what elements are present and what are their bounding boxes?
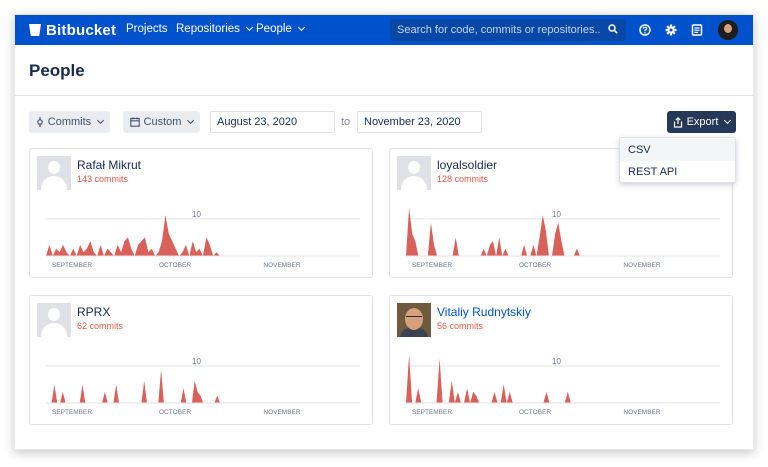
date-range-to-label: to (341, 116, 351, 128)
search-icon[interactable] (608, 24, 618, 34)
month-tick-label: OCTOBER (159, 262, 191, 269)
commit-activity-area (46, 369, 220, 403)
month-tick-label: OCTOBER (519, 262, 551, 269)
user-photo-avatar (397, 303, 431, 337)
export-rest-api-option[interactable]: REST API (620, 161, 735, 183)
contributor-name[interactable]: Vitaliy Rudnytskiy (437, 305, 531, 319)
commit-activity-chart: 10 SEPTEMBER OCTOBER NOVEMBER (406, 207, 720, 269)
default-avatar-icon (37, 156, 71, 190)
contributor-name[interactable]: loyalsoldier (437, 158, 497, 172)
nav-people[interactable]: People (256, 23, 305, 35)
month-tick-label: SEPTEMBER (52, 409, 92, 416)
chevron-down-icon (245, 23, 253, 32)
header-divider (15, 95, 753, 96)
range-select-label: Custom (143, 116, 182, 128)
nav-repositories-label: Repositories (176, 23, 240, 35)
avatar-face (724, 24, 732, 33)
month-tick-label: SEPTEMBER (52, 262, 92, 269)
export-menu: CSV REST API (619, 137, 736, 183)
commit-icon (36, 117, 43, 127)
nav-repositories[interactable]: Repositories (176, 23, 253, 35)
commit-activity-chart: 10 SEPTEMBER OCTOBER NOVEMBER (46, 357, 360, 416)
export-csv-option[interactable]: CSV (620, 139, 735, 161)
month-tick-label: NOVEMBER (623, 262, 661, 269)
bitbucket-logo[interactable]: Bitbucket (29, 19, 116, 41)
nav-projects[interactable]: Projects (126, 23, 168, 35)
settings-gear-icon[interactable] (663, 22, 679, 38)
top-navigation-bar: Bitbucket Projects Repositories People (15, 15, 753, 45)
commit-activity-area (46, 215, 220, 256)
export-button-label: Export (686, 116, 719, 128)
month-tick-label: OCTOBER (519, 409, 551, 416)
commit-count: 143 commits (77, 174, 129, 184)
default-avatar-icon (37, 303, 71, 337)
metric-select[interactable]: Commits (29, 111, 110, 133)
export-icon (673, 116, 682, 128)
month-tick-label: NOVEMBER (263, 409, 301, 416)
nav-projects-label: Projects (126, 23, 168, 35)
search-box (390, 19, 626, 41)
commit-activity-chart: 10 SEPTEMBER OCTOBER NOVEMBER (406, 354, 720, 416)
calendar-icon (129, 117, 140, 127)
month-tick-label: NOVEMBER (263, 262, 301, 269)
commit-count: 56 commits (437, 321, 484, 331)
contributor-name[interactable]: Rafał Mikrut (77, 158, 141, 172)
export-button[interactable]: Export (667, 111, 736, 133)
notes-icon[interactable] (689, 22, 705, 38)
nav-people-label: People (256, 23, 292, 35)
chart-reference-label: 10 (192, 210, 201, 219)
range-select[interactable]: Custom (123, 111, 200, 133)
chevron-down-icon (724, 116, 732, 125)
bitbucket-logo-icon (29, 24, 41, 36)
chevron-down-icon (97, 116, 105, 125)
month-tick-label: SEPTEMBER (412, 262, 452, 269)
commit-count: 128 commits (437, 174, 489, 184)
contributor-card: Rafał Mikrut 143 commits 10 SEPTEMBER OCTO… (29, 148, 373, 278)
month-tick-label: NOVEMBER (623, 409, 661, 416)
contributor-card: Vitaliy Rudnytskiy 56 commits 10 SEPTEMBE… (389, 295, 733, 425)
contributor-card: RPRX 62 commits 10 SEPTEMBER OCTOBER NOVEMB… (29, 295, 373, 425)
month-tick-label: SEPTEMBER (412, 409, 452, 416)
chevron-down-icon (297, 23, 305, 32)
user-avatar[interactable] (718, 20, 738, 40)
end-date-field[interactable]: November 23, 2020 (357, 111, 482, 133)
brand-name: Bitbucket (46, 21, 117, 39)
app-window: Bitbucket Projects Repositories People S… (14, 14, 754, 450)
metric-select-label: Commits (47, 116, 92, 128)
commit-activity-chart: 10 SEPTEMBER OCTOBER NOVEMBER (46, 210, 360, 269)
help-icon[interactable] (637, 22, 653, 38)
month-tick-label: OCTOBER (159, 409, 191, 416)
chart-reference-label: 10 (552, 210, 561, 219)
commit-count: 62 commits (77, 321, 124, 331)
page-title: People (29, 61, 85, 80)
chevron-down-icon (187, 116, 195, 125)
chart-reference-label: 10 (552, 357, 561, 366)
contributor-name[interactable]: RPRX (77, 305, 110, 319)
search-input[interactable] (390, 19, 600, 41)
start-date-field[interactable]: August 23, 2020 (210, 111, 335, 133)
default-avatar-icon (397, 156, 431, 190)
chart-reference-label: 10 (192, 357, 201, 366)
